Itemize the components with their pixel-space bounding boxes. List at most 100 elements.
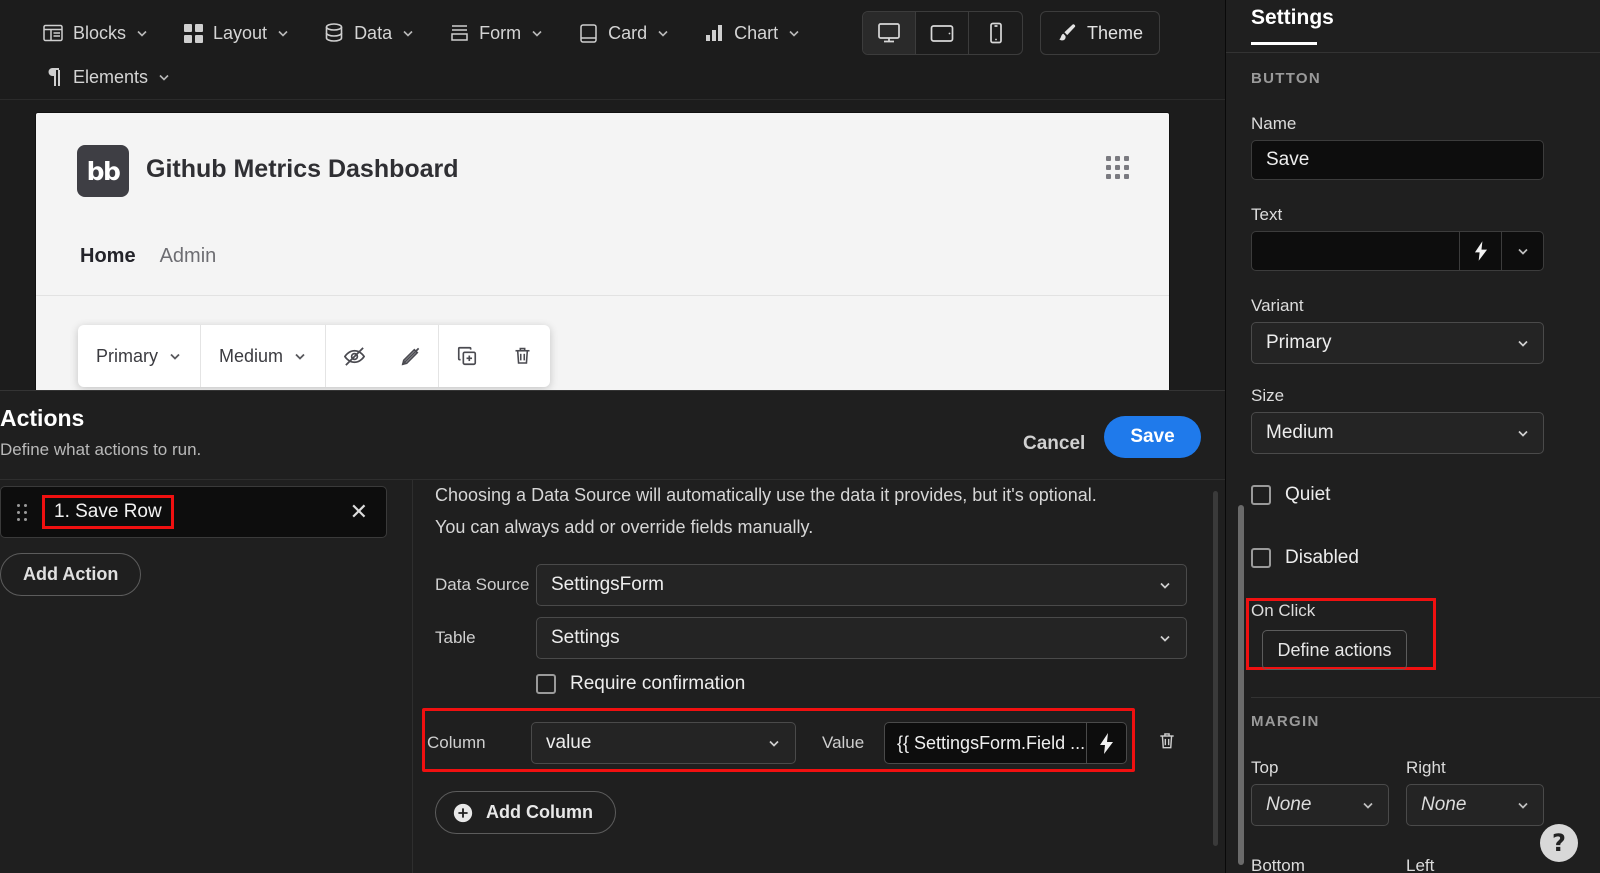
- nav-tab-admin[interactable]: Admin: [160, 245, 217, 268]
- chevron-down-icon: [1518, 340, 1528, 347]
- delete-component-button[interactable]: [494, 325, 550, 387]
- chevron-down-icon: [137, 30, 147, 37]
- quiet-checkbox[interactable]: [1251, 485, 1271, 505]
- require-confirmation-checkbox[interactable]: [536, 674, 556, 694]
- section-label-button: BUTTON: [1251, 70, 1322, 87]
- menu-layout[interactable]: Layout: [172, 15, 300, 51]
- cancel-button[interactable]: Cancel: [1009, 423, 1099, 465]
- save-button[interactable]: Save: [1104, 416, 1201, 458]
- text-options-button[interactable]: [1501, 231, 1544, 271]
- menu-blocks-label: Blocks: [73, 22, 127, 43]
- margin-top-value: None: [1266, 794, 1312, 815]
- monitor-icon: [878, 23, 900, 43]
- delete-column-button[interactable]: [1157, 730, 1177, 757]
- quiet-row: Quiet: [1251, 484, 1330, 506]
- data-source-select[interactable]: SettingsForm: [536, 564, 1187, 606]
- form-icon: [448, 22, 470, 44]
- desktop-view-button[interactable]: [863, 12, 916, 54]
- chart-icon: [703, 22, 725, 44]
- menu-chart[interactable]: Chart: [693, 15, 811, 51]
- name-input[interactable]: Save: [1251, 140, 1544, 180]
- menu-blocks[interactable]: Blocks: [32, 15, 159, 51]
- size-select[interactable]: Medium: [1251, 412, 1544, 454]
- actions-list-column: 1. Save Row ✕ Add Action: [0, 486, 412, 873]
- chevron-down-icon: [769, 740, 779, 747]
- theme-button[interactable]: Theme: [1040, 11, 1160, 55]
- variant-select-value: Primary: [1266, 332, 1332, 353]
- menu-elements[interactable]: Elements: [32, 59, 181, 95]
- name-input-text: Save: [1266, 149, 1310, 170]
- settings-panel-scrollbar[interactable]: [1238, 505, 1244, 865]
- chevron-down-icon: [532, 30, 542, 37]
- define-actions-button[interactable]: Define actions: [1262, 630, 1407, 670]
- column-value: value: [546, 732, 592, 753]
- mobile-view-button[interactable]: [969, 12, 1022, 54]
- size-dropdown[interactable]: Medium: [201, 325, 327, 387]
- add-action-button[interactable]: Add Action: [0, 553, 142, 596]
- tab-settings[interactable]: Settings: [1251, 6, 1334, 42]
- text-binding-button[interactable]: [1459, 231, 1501, 271]
- value-label: Value: [822, 733, 865, 752]
- value-binding-button[interactable]: [1087, 722, 1127, 764]
- trash-icon: [1160, 732, 1174, 748]
- menu-data[interactable]: Data: [313, 15, 425, 51]
- data-source-label: Data Source: [435, 575, 530, 594]
- card-icon: [577, 22, 599, 44]
- value-input[interactable]: {{ SettingsForm.Field ...: [884, 722, 1087, 764]
- help-button[interactable]: ?: [1540, 824, 1578, 862]
- size-select-value: Medium: [1266, 422, 1334, 443]
- menu-form[interactable]: Form: [438, 15, 554, 51]
- nav-tab-home[interactable]: Home: [80, 245, 136, 268]
- margin-right-select[interactable]: None: [1406, 784, 1544, 826]
- margin-top-label: Top: [1251, 758, 1279, 777]
- margin-bottom-label: Bottom: [1251, 856, 1305, 873]
- plus-circle-icon: [453, 803, 473, 822]
- datasource-hint-line2: You can always add or override fields ma…: [435, 517, 814, 537]
- actions-panel-scrollbar[interactable]: [1213, 491, 1218, 846]
- on-click-label: On Click: [1251, 601, 1316, 620]
- drag-handle-icon[interactable]: [17, 503, 29, 521]
- chevron-down-icon: [403, 30, 413, 37]
- lock-edit-button[interactable]: [382, 325, 438, 387]
- variant-dropdown[interactable]: Primary: [78, 325, 201, 387]
- column-label: Column: [427, 733, 486, 752]
- chevron-down-icon: [1518, 430, 1528, 437]
- chevron-down-icon: [789, 30, 799, 37]
- action-list-item[interactable]: 1. Save Row ✕: [0, 486, 387, 538]
- table-select[interactable]: Settings: [536, 617, 1187, 659]
- top-toolbar: Blocks Layout Data Form Card Chart Eleme…: [0, 0, 1225, 100]
- menu-card[interactable]: Card: [567, 15, 680, 51]
- chevron-down-icon: [658, 30, 668, 37]
- hide-component-button[interactable]: [326, 325, 382, 387]
- app-grid-icon[interactable]: [1106, 156, 1129, 179]
- text-input[interactable]: [1251, 231, 1459, 271]
- add-column-button[interactable]: Add Column: [435, 791, 616, 834]
- layout-icon: [182, 22, 204, 44]
- margin-top-select[interactable]: None: [1251, 784, 1389, 826]
- brush-icon: [1059, 24, 1076, 41]
- tablet-view-button[interactable]: [916, 12, 969, 54]
- database-icon: [323, 22, 345, 44]
- chevron-down-icon: [170, 353, 180, 360]
- size-dropdown-label: Medium: [219, 345, 284, 366]
- action-item-label: 1. Save Row: [54, 501, 162, 522]
- lightning-icon: [1100, 732, 1113, 754]
- require-confirmation-row: Require confirmation: [536, 673, 745, 695]
- variant-select[interactable]: Primary: [1251, 322, 1544, 364]
- column-select[interactable]: value: [531, 722, 796, 764]
- disabled-checkbox[interactable]: [1251, 548, 1271, 568]
- paragraph-icon: [42, 66, 64, 88]
- column-mapping-row: Column value Value {{ SettingsForm.Field…: [427, 722, 1177, 764]
- menu-chart-label: Chart: [734, 22, 779, 43]
- app-root: Blocks Layout Data Form Card Chart Eleme…: [0, 0, 1600, 873]
- value-input-text: {{ SettingsForm.Field ...: [897, 732, 1086, 753]
- name-field-label: Name: [1251, 114, 1297, 133]
- chevron-down-icon: [1517, 248, 1528, 255]
- app-preview: bb Github Metrics Dashboard Home Admin P…: [36, 113, 1169, 390]
- variant-field-label: Variant: [1251, 296, 1304, 315]
- margin-section-divider: [1251, 697, 1600, 698]
- menu-form-label: Form: [479, 22, 522, 43]
- close-icon[interactable]: ✕: [350, 501, 368, 523]
- pen-off-icon: [401, 347, 419, 365]
- duplicate-component-button[interactable]: [438, 325, 494, 387]
